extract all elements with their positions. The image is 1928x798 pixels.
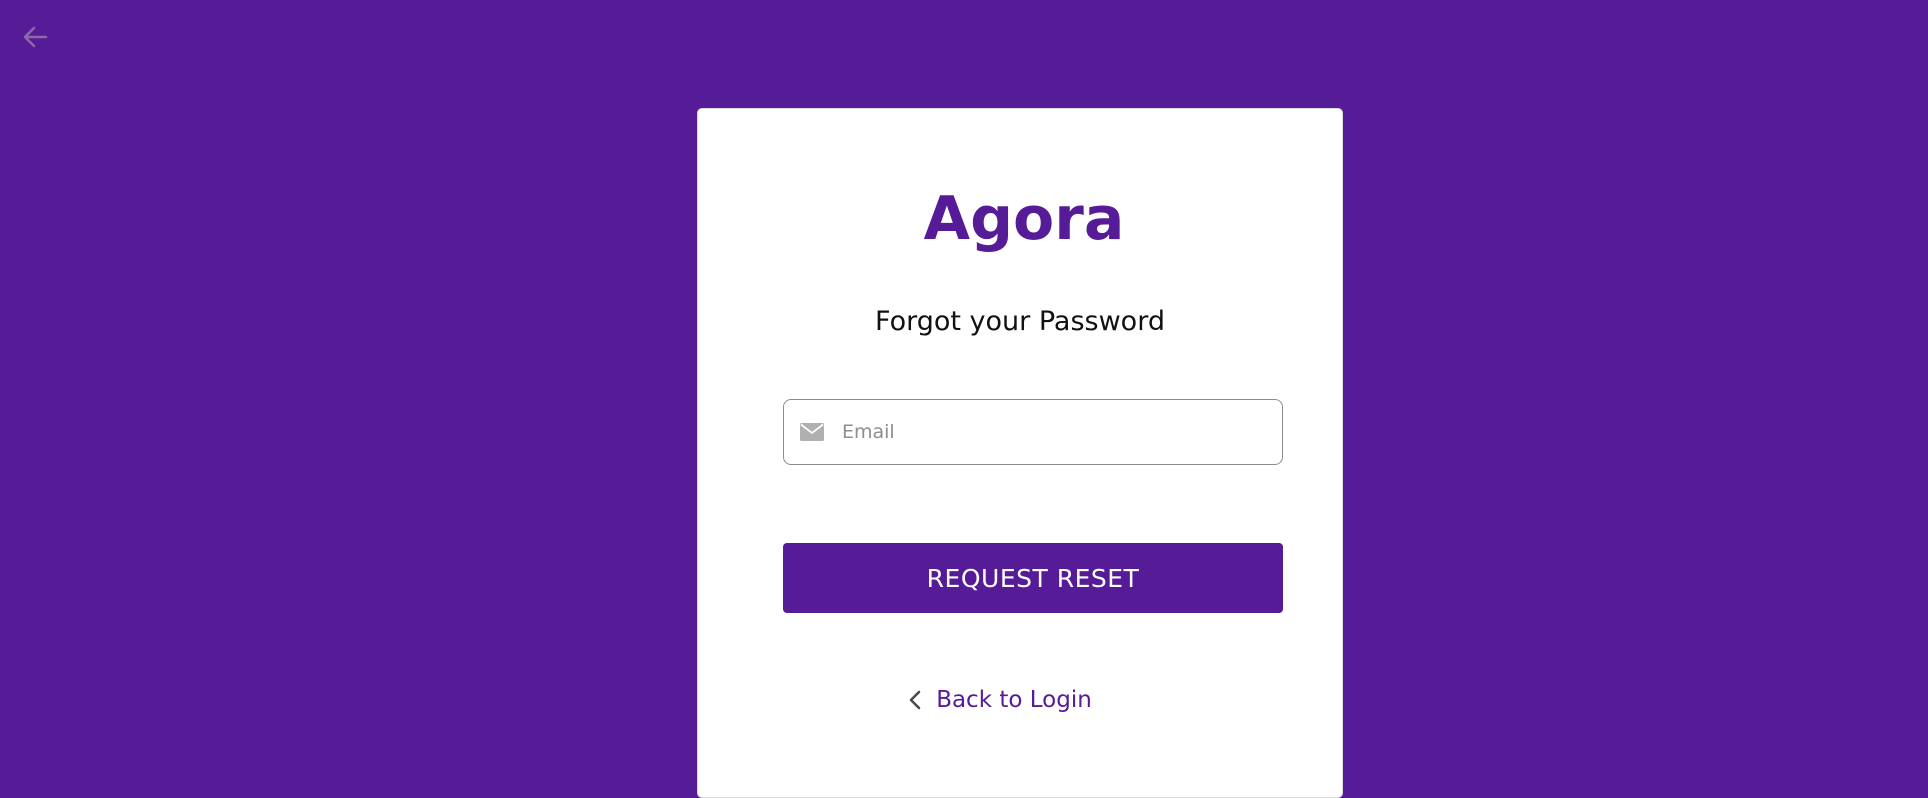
request-reset-button[interactable]: REQUEST RESET <box>783 543 1283 613</box>
brand-title: Agora <box>923 184 1125 254</box>
back-to-login-label: Back to Login <box>936 687 1092 713</box>
forgot-password-card: Agora Forgot your Password REQUEST RESET… <box>697 108 1343 798</box>
chevron-left-icon <box>908 689 922 711</box>
back-arrow-button[interactable] <box>20 22 50 52</box>
arrow-left-icon <box>23 26 48 48</box>
email-input[interactable] <box>842 400 1282 464</box>
email-field[interactable] <box>783 399 1283 465</box>
back-to-login-link[interactable]: Back to Login <box>698 687 1342 713</box>
mail-icon <box>800 423 824 441</box>
page-subtitle: Forgot your Password <box>875 306 1165 337</box>
